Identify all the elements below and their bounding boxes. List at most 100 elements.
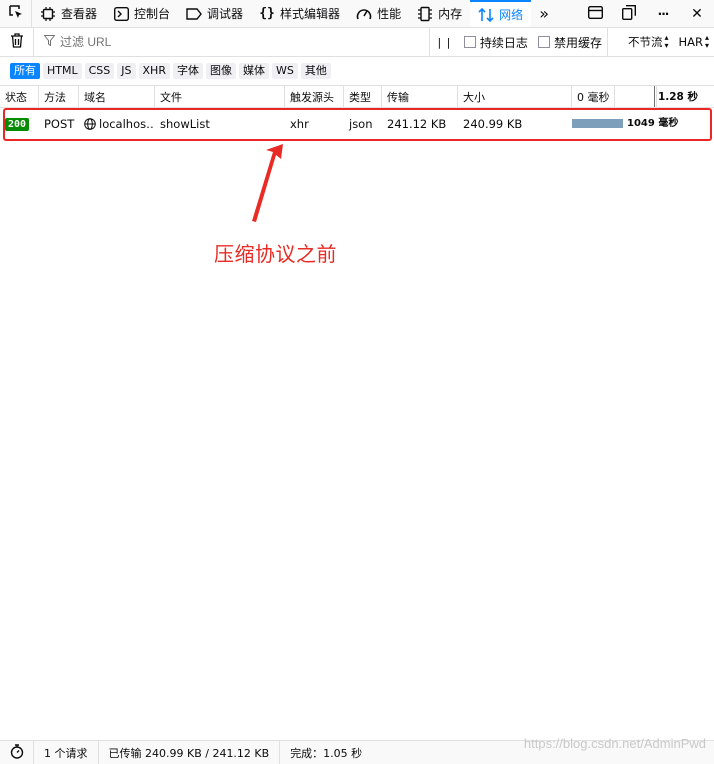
network-icon: [478, 7, 494, 23]
type-filter-images[interactable]: 图像: [205, 63, 236, 79]
har-label: HAR: [678, 35, 703, 49]
type-filter-fonts[interactable]: 字体: [172, 63, 203, 79]
waterfall-cell: 1049 毫秒: [572, 110, 714, 138]
domain-cell: localhos…: [79, 110, 155, 138]
type-filter-other[interactable]: 其他: [300, 63, 331, 79]
waterfall-bar: [572, 119, 623, 128]
type-filter-js[interactable]: JS: [117, 63, 136, 79]
performance-icon: [356, 6, 372, 22]
status-badge: 200: [5, 117, 30, 131]
column-header-method[interactable]: 方法: [39, 86, 79, 107]
close-icon: ✕: [691, 5, 703, 22]
more-tools-button[interactable]: »: [531, 0, 557, 27]
disable-cache-label: 禁用缓存: [553, 35, 602, 50]
devtools-toolbar: 查看器 控制台 调试器 {} 样式编辑器 性能 内存 网络 » ··· ✕: [0, 0, 714, 28]
size-cell: 240.99 KB: [463, 117, 523, 131]
type-filter-media[interactable]: 媒体: [238, 63, 269, 79]
close-button[interactable]: ✕: [680, 0, 714, 28]
column-header-transferred[interactable]: 传输: [382, 86, 458, 107]
updown-icon: ▴ ▾: [704, 33, 709, 50]
type-filter-all[interactable]: 所有: [10, 63, 40, 79]
waterfall-tick: [614, 86, 615, 107]
tab-console[interactable]: 控制台: [105, 0, 178, 27]
finish-time: 完成：1.05 秒: [290, 746, 363, 760]
updown-icon: ▴ ▾: [664, 33, 669, 50]
tab-performance[interactable]: 性能: [348, 0, 409, 27]
status-cell: 200: [0, 110, 39, 138]
style-editor-icon: {}: [259, 6, 275, 21]
debugger-icon: [186, 6, 202, 22]
column-header-status[interactable]: 状态: [0, 86, 39, 107]
filter-url-input[interactable]: [60, 35, 400, 49]
tab-label: 内存: [438, 7, 463, 21]
method-cell: POST: [44, 117, 75, 131]
trash-icon: [10, 33, 24, 51]
split-console-button[interactable]: [612, 0, 646, 28]
tab-style-editor[interactable]: {} 样式编辑器: [251, 0, 348, 27]
tab-label: 性能: [377, 7, 402, 21]
type-filter-xhr[interactable]: XHR: [138, 63, 170, 79]
file-cell: showList: [160, 117, 210, 131]
tab-memory[interactable]: 内存: [409, 0, 470, 27]
column-header-waterfall[interactable]: 0 毫秒 1.28 秒: [572, 86, 714, 107]
settings-menu-button[interactable]: ···: [646, 0, 680, 28]
table-row[interactable]: 200 POST localhos… showList xhr json 241…: [0, 110, 714, 138]
har-menu-button[interactable]: HAR ▴ ▾: [673, 28, 714, 56]
performance-analysis-button[interactable]: [0, 741, 34, 764]
clear-button[interactable]: [0, 28, 34, 56]
watermark: https://blog.csdn.net/AdminPwd: [523, 736, 706, 751]
console-icon: [113, 6, 129, 22]
request-table-header: 状态 方法 域名 文件 触发源头 类型 传输 大小 0 毫秒 1.28 秒: [0, 86, 714, 108]
tab-label: 控制台: [134, 7, 171, 21]
waterfall-end-label: 1.28 秒: [653, 86, 698, 107]
inspector-icon: [40, 6, 56, 22]
type-filter-css[interactable]: CSS: [84, 63, 115, 79]
filter-url-field[interactable]: [34, 28, 429, 56]
meatball-menu-icon: ···: [657, 6, 670, 21]
annotation-text: 压缩协议之前: [214, 242, 337, 266]
tab-label: 调试器: [207, 7, 244, 21]
type-filter-bar: 所有 HTML CSS JS XHR 字体 图像 媒体 WS 其他: [0, 57, 714, 86]
persist-logs-label: 持续日志: [479, 35, 528, 50]
tab-label: 样式编辑器: [280, 7, 341, 21]
picker-icon: [8, 4, 24, 23]
tab-inspector[interactable]: 查看器: [32, 0, 105, 27]
domain-text: localhos…: [99, 117, 155, 131]
tab-network[interactable]: 网络: [470, 0, 532, 27]
network-filter-bar: | | 持续日志 禁用缓存 不节流 ▴▾ HAR ▴▾: [0, 28, 714, 57]
dock-button[interactable]: [578, 0, 612, 28]
persist-logs-checkbox[interactable]: 持续日志: [459, 34, 533, 51]
cause-cell: xhr: [290, 117, 309, 131]
checkbox-box[interactable]: [463, 36, 476, 48]
memory-icon: [417, 6, 433, 22]
column-header-file[interactable]: 文件: [155, 86, 285, 107]
column-header-size[interactable]: 大小: [458, 86, 572, 107]
split-icon: [621, 4, 636, 23]
request-count: 1 个请求: [34, 741, 99, 764]
waterfall-start-label: 0 毫秒: [577, 90, 610, 104]
throttling-select[interactable]: 不节流 ▴ ▾: [606, 28, 674, 56]
disable-cache-checkbox[interactable]: 禁用缓存: [533, 34, 607, 51]
tab-label: 网络: [499, 8, 524, 22]
transferred-cell: 241.12 KB: [387, 117, 447, 131]
type-filter-ws[interactable]: WS: [271, 63, 298, 79]
column-header-type[interactable]: 类型: [344, 86, 382, 107]
column-header-domain[interactable]: 域名: [79, 86, 155, 107]
pause-button[interactable]: | |: [428, 28, 459, 56]
filter-icon: [43, 35, 56, 49]
type-cell: json: [349, 117, 373, 131]
stopwatch-icon: [10, 743, 24, 762]
dock-side-icon: [587, 5, 603, 22]
column-header-cause[interactable]: 触发源头: [285, 86, 344, 107]
globe-icon: [84, 118, 96, 130]
tab-debugger[interactable]: 调试器: [178, 0, 251, 27]
duration-label: 1049 毫秒: [627, 118, 679, 129]
double-chevron-icon: »: [539, 4, 549, 23]
checkbox-box[interactable]: [537, 36, 550, 48]
transferred-summary: 已传输 240.99 KB / 241.12 KB: [99, 741, 281, 764]
tab-label: 查看器: [61, 7, 98, 21]
throttling-value: 不节流: [627, 35, 663, 49]
element-picker-button[interactable]: [0, 0, 32, 27]
type-filter-html[interactable]: HTML: [43, 63, 82, 79]
pause-icon: | |: [437, 35, 452, 49]
